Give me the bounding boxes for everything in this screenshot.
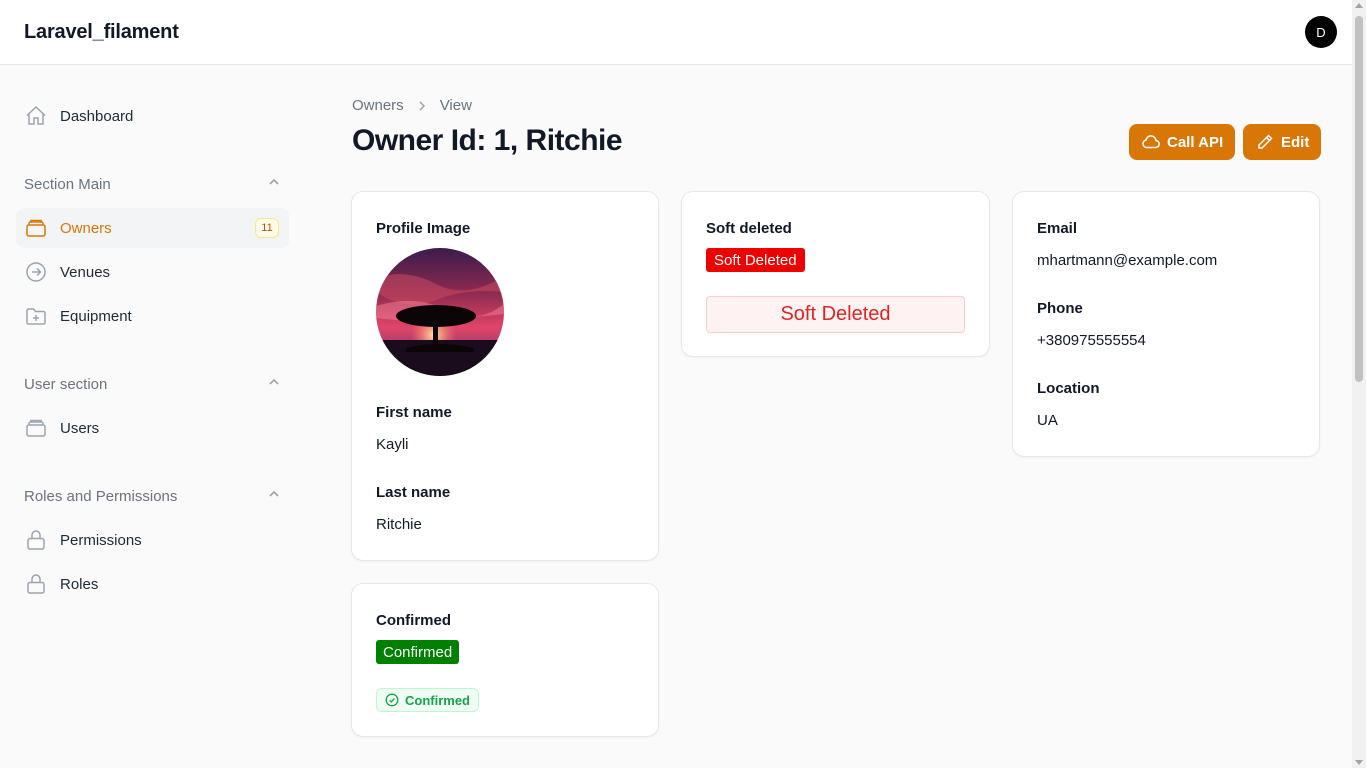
chevron-up-icon[interactable]	[267, 487, 281, 505]
user-avatar[interactable]: D	[1305, 16, 1337, 48]
lock-icon	[24, 572, 48, 596]
profile-card: Profile Image First name Kayli Last name…	[351, 191, 659, 561]
sidebar-item-label: Dashboard	[60, 107, 134, 125]
page-title: Owner Id: 1, Ritchie	[352, 124, 623, 157]
scroll-down-icon[interactable]	[1355, 760, 1363, 765]
breadcrumb-owners-link[interactable]: Owners	[352, 97, 404, 114]
scroll-up-icon[interactable]	[1355, 3, 1363, 8]
chevron-up-icon[interactable]	[267, 175, 281, 193]
confirmed-badge: Confirmed	[376, 640, 460, 664]
first-name-label: First name	[376, 404, 452, 421]
home-icon	[24, 104, 48, 128]
confirmed-card: Confirmed Confirmed Confirmed	[351, 583, 659, 737]
soft-deleted-card: Soft deleted Soft Deleted Soft Deleted	[681, 191, 990, 357]
sidebar-item-venues[interactable]: Venues	[16, 252, 289, 292]
lock-icon	[24, 528, 48, 552]
chevron-right-icon	[416, 100, 428, 112]
app-title[interactable]: Laravel_filament	[24, 21, 179, 44]
contact-card: Email mhartmann@example.com Phone +38097…	[1012, 191, 1320, 457]
sidebar-item-label: Roles	[60, 575, 99, 593]
location-label: Location	[1037, 380, 1100, 397]
first-name-value: Kayli	[376, 436, 409, 453]
pencil-icon	[1255, 132, 1275, 152]
location-value: UA	[1037, 412, 1058, 429]
topbar: Laravel_filament D	[0, 0, 1352, 65]
breadcrumb: Owners View	[352, 97, 472, 114]
confirmed-pill-label: Confirmed	[405, 692, 470, 708]
profile-image-label: Profile Image	[376, 220, 471, 237]
edit-button[interactable]: Edit	[1243, 124, 1322, 160]
soft-deleted-status-box: Soft Deleted	[706, 296, 965, 333]
sidebar-item-users[interactable]: Users	[16, 408, 289, 448]
last-name-label: Last name	[376, 484, 451, 501]
profile-image	[376, 248, 504, 376]
scrollbar[interactable]	[1352, 0, 1366, 768]
group-section-main[interactable]: Section Main	[24, 175, 281, 193]
phone-label: Phone	[1037, 300, 1083, 317]
check-circle-icon	[385, 693, 399, 707]
group-roles-permissions[interactable]: Roles and Permissions	[24, 487, 281, 505]
owners-icon	[24, 216, 48, 240]
breadcrumb-current: View	[439, 97, 472, 114]
call-api-button[interactable]: Call API	[1129, 124, 1236, 160]
sidebar-item-equipment[interactable]: Equipment	[16, 296, 289, 336]
sidebar-item-label: Owners	[60, 219, 112, 237]
email-label: Email	[1037, 220, 1078, 237]
soft-deleted-badge: Soft Deleted	[706, 248, 805, 272]
sidebar-item-roles[interactable]: Roles	[16, 564, 289, 604]
group-label: User section	[24, 375, 108, 393]
call-api-label: Call API	[1167, 133, 1224, 151]
group-label: Section Main	[24, 175, 111, 193]
sidebar-item-label: Permissions	[60, 531, 142, 549]
phone-value: +380975555554	[1037, 332, 1146, 349]
chevron-up-icon[interactable]	[267, 375, 281, 393]
email-value: mhartmann@example.com	[1037, 252, 1218, 269]
sidebar-item-label: Venues	[60, 263, 111, 281]
sidebar-item-label: Users	[60, 419, 100, 437]
owners-count-badge: 11	[255, 218, 279, 238]
group-user-section[interactable]: User section	[24, 375, 281, 393]
sidebar-item-dashboard[interactable]: Dashboard	[16, 96, 289, 136]
last-name-value: Ritchie	[376, 516, 422, 533]
group-label: Roles and Permissions	[24, 487, 178, 505]
sidebar-item-owners[interactable]: Owners 11	[16, 208, 289, 248]
arrow-circle-icon	[24, 260, 48, 284]
edit-label: Edit	[1281, 133, 1310, 151]
scrollbar-thumb[interactable]	[1355, 16, 1363, 382]
cloud-icon	[1141, 132, 1161, 152]
confirmed-label: Confirmed	[376, 612, 451, 629]
sidebar-item-permissions[interactable]: Permissions	[16, 520, 289, 560]
soft-deleted-label: Soft deleted	[706, 220, 792, 237]
stack-icon	[24, 416, 48, 440]
confirmed-pill: Confirmed	[376, 688, 479, 712]
sidebar-item-label: Equipment	[60, 307, 132, 325]
folder-plus-icon	[24, 304, 48, 328]
